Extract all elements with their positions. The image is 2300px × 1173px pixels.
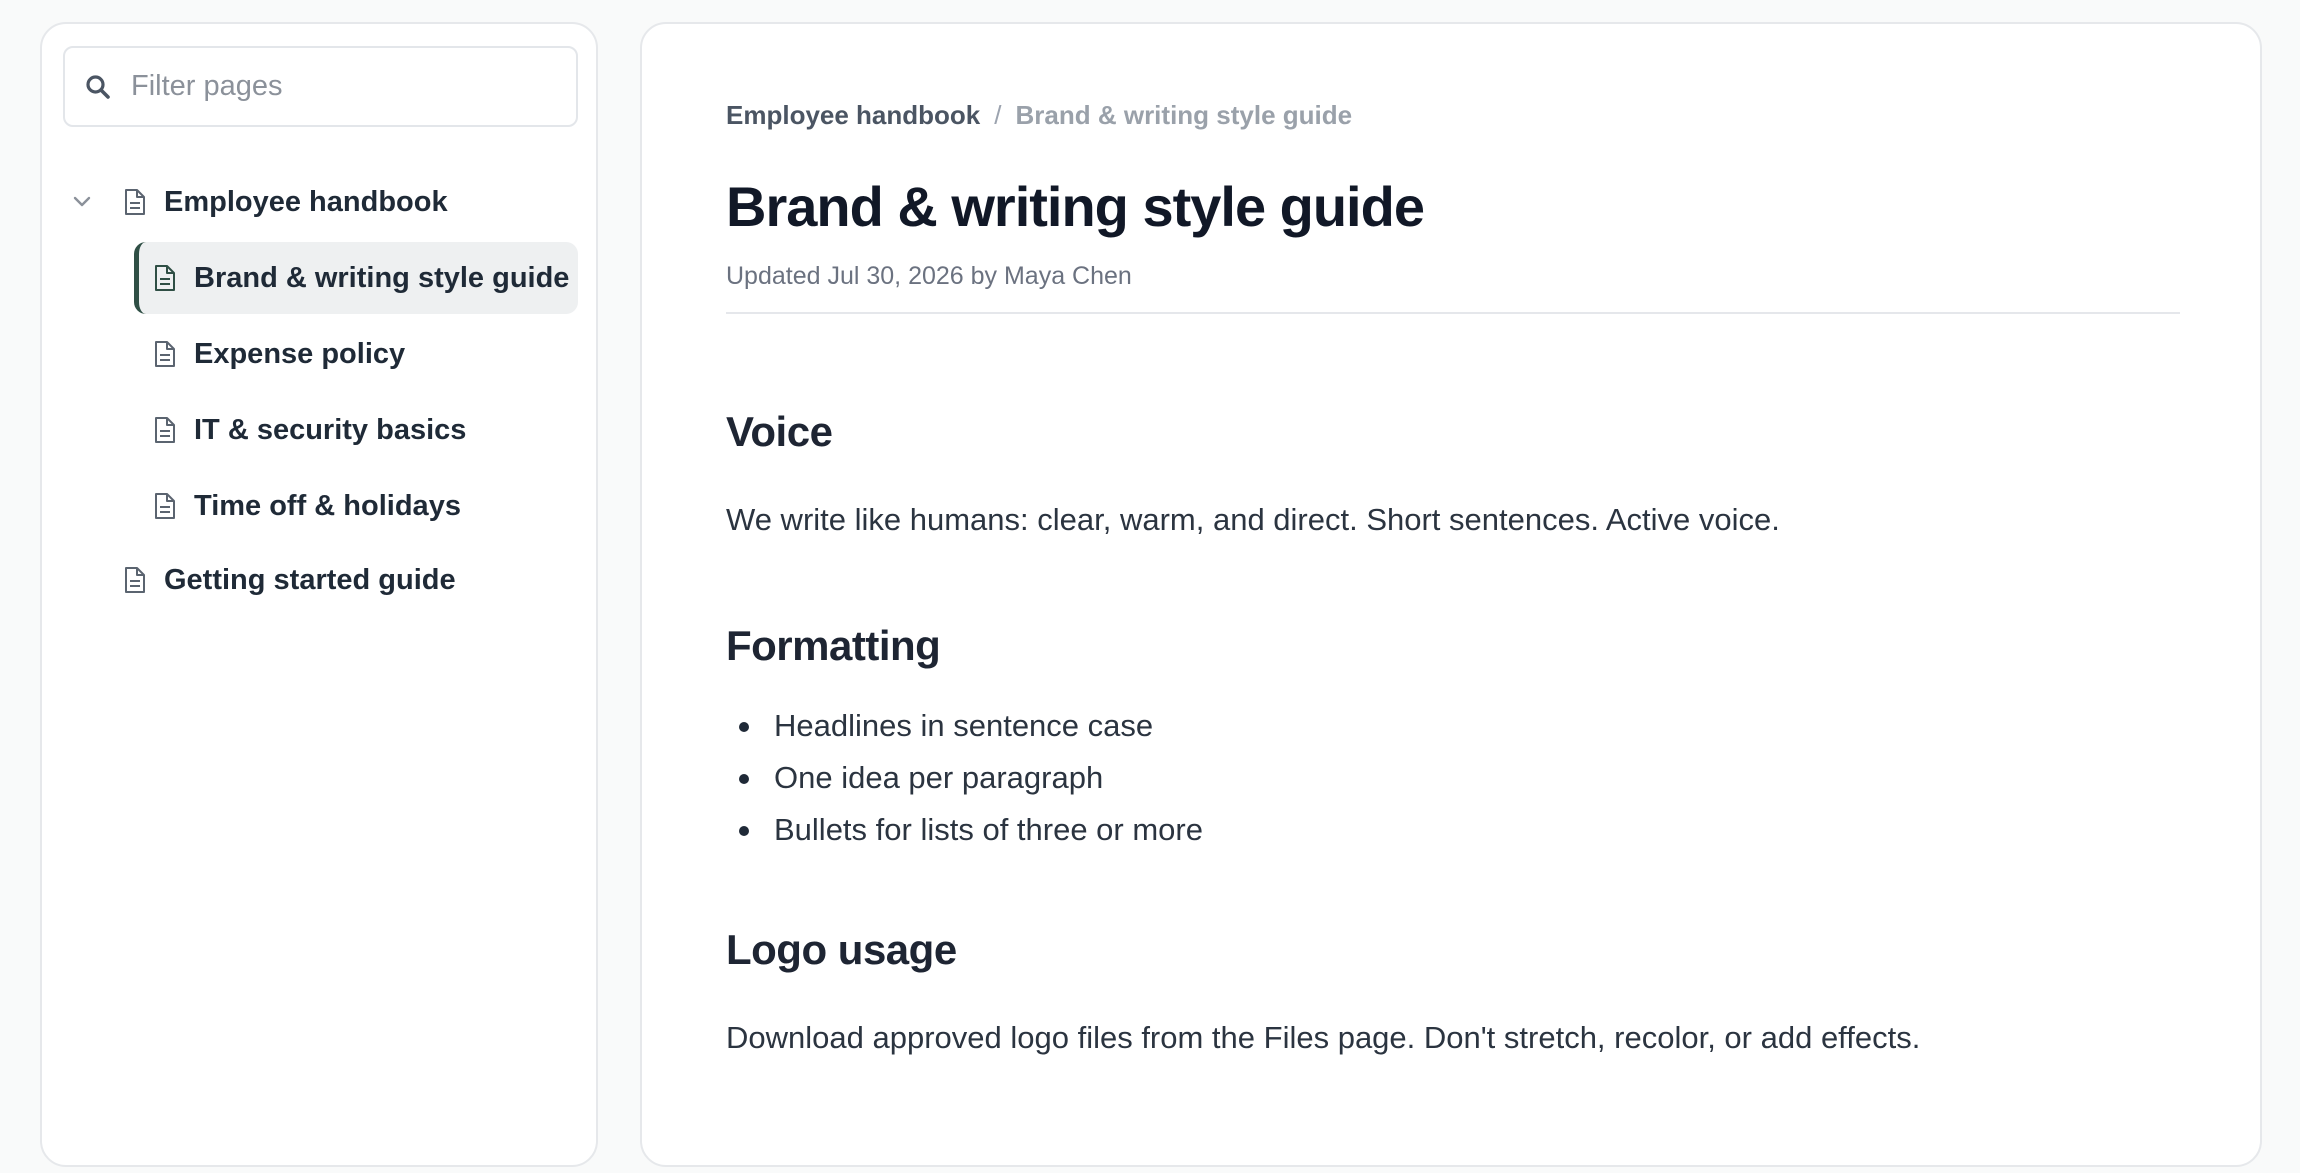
chevron-down-icon[interactable]	[72, 166, 92, 238]
list-item: One idea per paragraph	[726, 752, 1203, 804]
page-title: Brand & writing style guide	[726, 175, 1425, 238]
document-icon	[154, 492, 176, 520]
list-item: Headlines in sentence case	[726, 700, 1203, 752]
section-heading-voice: Voice	[726, 408, 833, 455]
breadcrumb-separator: /	[994, 100, 1002, 130]
section-heading-logo-usage: Logo usage	[726, 926, 957, 973]
document-icon	[154, 340, 176, 368]
tree-item-getting-started-guide[interactable]: Getting started guide	[124, 544, 594, 616]
section-heading-formatting: Formatting	[726, 622, 941, 669]
page-meta: Updated Jul 30, 2026 by Maya Chen	[726, 262, 1132, 290]
document-icon	[124, 566, 146, 594]
breadcrumb-parent-link[interactable]: Employee handbook	[726, 100, 980, 131]
tree-item-time-off-holidays[interactable]: Time off & holidays	[134, 470, 578, 542]
sidebar: Employee handbook Brand & writing style …	[40, 22, 598, 1167]
tree-item-label: Expense policy	[194, 337, 406, 370]
filter-box[interactable]	[63, 46, 578, 127]
document-icon	[154, 264, 176, 292]
filter-pages-input[interactable]	[131, 70, 551, 103]
tree-item-label: Brand & writing style guide	[194, 261, 570, 294]
tree-item-expense-policy[interactable]: Expense policy	[134, 318, 578, 390]
tree-item-label: Time off & holidays	[194, 489, 461, 522]
tree-item-label: Getting started guide	[164, 563, 456, 596]
divider	[726, 312, 2180, 314]
tree-item-label: Employee handbook	[164, 185, 448, 218]
tree-item-it-security-basics[interactable]: IT & security basics	[134, 394, 578, 466]
tree-item-employee-handbook[interactable]: Employee handbook	[73, 166, 594, 238]
tree-item-brand-style-guide[interactable]: Brand & writing style guide	[134, 242, 578, 314]
list-item: Bullets for lists of three or more	[726, 804, 1203, 856]
search-icon	[85, 72, 115, 102]
document-icon	[154, 416, 176, 444]
section-body-voice: We write like humans: clear, warm, and d…	[726, 502, 1780, 537]
section-body-logo-usage: Download approved logo files from the Fi…	[726, 1020, 1921, 1055]
tree-item-label: IT & security basics	[194, 413, 467, 446]
app: Employee handbook Brand & writing style …	[0, 0, 2300, 1173]
breadcrumb: Employee handbook / Brand & writing styl…	[726, 100, 1352, 131]
page-view: Employee handbook / Brand & writing styl…	[640, 22, 2262, 1167]
formatting-list: Headlines in sentence case One idea per …	[726, 700, 1203, 856]
document-icon	[124, 188, 146, 216]
breadcrumb-current: Brand & writing style guide	[1015, 100, 1353, 130]
